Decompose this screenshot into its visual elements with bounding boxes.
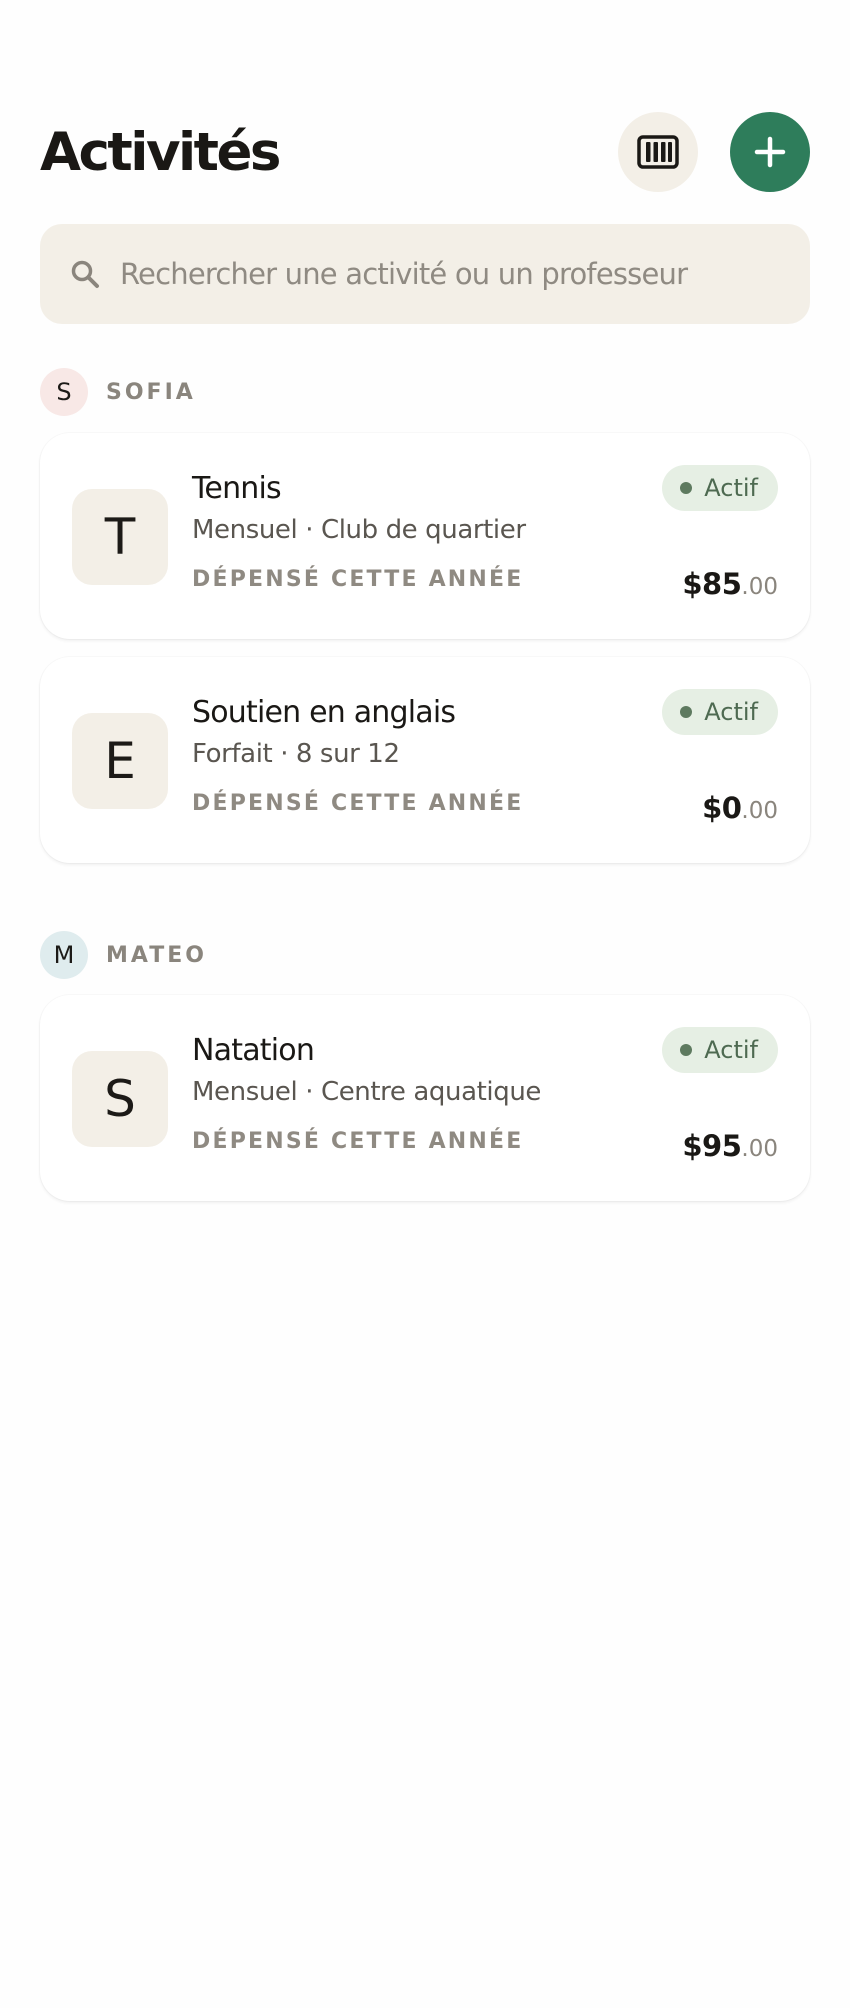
header-actions xyxy=(618,112,810,192)
group-header-sofia: S SOFIA xyxy=(40,368,196,416)
amount-cents: .00 xyxy=(741,798,778,824)
spent-amount: $95 .00 xyxy=(682,1129,778,1163)
group-header-mateo: M MATEO xyxy=(40,931,207,979)
status-text: Actif xyxy=(704,698,758,726)
status-dot-icon xyxy=(680,706,693,718)
status-dot-icon xyxy=(680,1044,693,1056)
amount-cents: .00 xyxy=(741,1136,778,1162)
activity-initial-tile: S xyxy=(72,1051,168,1147)
activity-initial-tile: E xyxy=(72,713,168,809)
add-activity-button[interactable] xyxy=(730,112,810,192)
avatar: M xyxy=(40,931,88,979)
amount-main: $0 xyxy=(702,791,742,825)
avatar: S xyxy=(40,368,88,416)
spent-amount: $85 .00 xyxy=(682,567,778,601)
activity-card-tennis[interactable]: T Tennis Mensuel · Club de quartier DÉPE… xyxy=(40,433,810,639)
amount-main: $85 xyxy=(682,567,742,601)
activity-subtitle: Mensuel · Club de quartier xyxy=(192,515,526,545)
group-name: SOFIA xyxy=(106,379,196,405)
activity-card-soutien-anglais[interactable]: E Soutien en anglais Forfait · 8 sur 12 … xyxy=(40,657,810,863)
spent-label: DÉPENSÉ CETTE ANNÉE xyxy=(192,791,524,816)
page-header: Activités xyxy=(40,112,810,192)
activity-card-natation[interactable]: S Natation Mensuel · Centre aquatique DÉ… xyxy=(40,995,810,1201)
spent-label: DÉPENSÉ CETTE ANNÉE xyxy=(192,1129,524,1154)
status-badge: Actif xyxy=(662,689,778,735)
status-text: Actif xyxy=(704,474,758,502)
search-input[interactable] xyxy=(102,224,810,324)
search-icon xyxy=(68,257,102,291)
activities-page: Activités Rechercher une activité ou un … xyxy=(0,0,850,2008)
status-badge: Actif xyxy=(662,465,778,511)
activity-subtitle: Forfait · 8 sur 12 xyxy=(192,739,400,769)
columns-icon xyxy=(637,135,679,169)
group-name: MATEO xyxy=(106,942,207,968)
columns-view-button[interactable] xyxy=(618,112,698,192)
activity-title: Natation xyxy=(192,1033,315,1068)
activity-subtitle: Mensuel · Centre aquatique xyxy=(192,1077,541,1107)
amount-cents: .00 xyxy=(741,574,778,600)
activity-title: Soutien en anglais xyxy=(192,695,456,730)
page-title: Activités xyxy=(40,121,281,183)
status-text: Actif xyxy=(704,1036,758,1064)
spent-label: DÉPENSÉ CETTE ANNÉE xyxy=(192,567,524,592)
plus-icon xyxy=(754,136,786,168)
spent-amount: $0 .00 xyxy=(702,791,778,825)
search-bar[interactable] xyxy=(40,224,810,324)
activity-initial-tile: T xyxy=(72,489,168,585)
activity-title: Tennis xyxy=(192,471,282,506)
status-dot-icon xyxy=(680,482,693,494)
amount-main: $95 xyxy=(682,1129,742,1163)
status-badge: Actif xyxy=(662,1027,778,1073)
